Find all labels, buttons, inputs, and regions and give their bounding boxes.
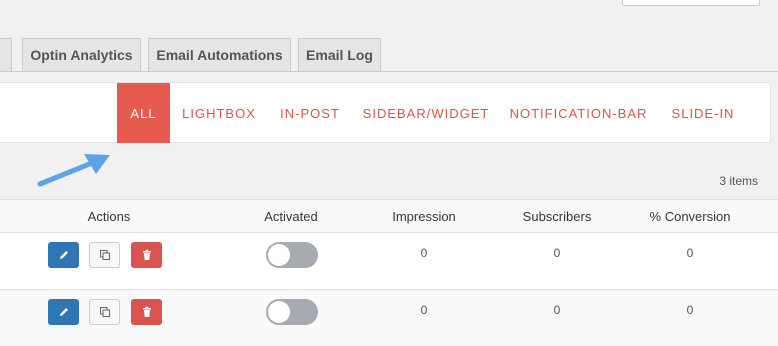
activated-toggle[interactable]: [266, 299, 318, 325]
edit-button[interactable]: [48, 242, 79, 268]
toggle-knob: [268, 301, 290, 323]
impression-value: 0: [420, 246, 428, 260]
tabs-divider: [0, 71, 778, 72]
pencil-icon: [59, 251, 68, 259]
filter-label: NOTIFICATION-BAR: [509, 105, 648, 121]
table-row: 0 0 0: [0, 289, 778, 346]
tab-label: Optin Analytics: [30, 47, 133, 63]
tab-partial[interactable]: k: [0, 38, 12, 71]
filter-label: SLIDE-IN: [671, 105, 735, 121]
items-count: 3 items: [719, 174, 758, 188]
toggle-knob: [268, 244, 290, 266]
filter-label: SIDEBAR/WIDGET: [362, 105, 490, 121]
column-header-conversion: % Conversion: [649, 209, 731, 224]
tab-label: Email Automations: [156, 47, 283, 63]
subscribers-value: 0: [553, 246, 561, 260]
trash-icon: [142, 249, 151, 260]
filter-lightbox[interactable]: LIGHTBOX: [174, 83, 264, 143]
arrow-pointer-icon: [37, 154, 110, 187]
activated-toggle[interactable]: [266, 242, 318, 268]
filter-in-post[interactable]: IN-POST: [271, 83, 349, 143]
pencil-icon: [59, 308, 68, 316]
conversion-value: 0: [686, 303, 694, 317]
table-header: Actions Activated Impression Subscribers…: [0, 199, 778, 233]
column-header-activated: Activated: [264, 209, 318, 224]
trash-icon: [142, 306, 151, 317]
copy-icon: [99, 307, 110, 317]
tab-email-log[interactable]: Email Log: [298, 38, 381, 71]
column-header-subscribers: Subscribers: [522, 209, 592, 224]
filter-label: IN-POST: [280, 105, 340, 121]
column-header-impression: Impression: [392, 209, 456, 224]
duplicate-button[interactable]: [89, 299, 120, 325]
column-header-actions: Actions: [87, 209, 131, 224]
subscribers-value: 0: [553, 303, 561, 317]
filter-slide-in[interactable]: SLIDE-IN: [663, 83, 743, 143]
tab-label: Email Log: [306, 47, 373, 63]
tab-email-automations[interactable]: Email Automations: [148, 38, 291, 71]
filter-sidebar-widget[interactable]: SIDEBAR/WIDGET: [358, 83, 494, 143]
filter-label: ALL: [130, 105, 157, 121]
delete-button[interactable]: [131, 299, 162, 325]
filter-notification-bar[interactable]: NOTIFICATION-BAR: [506, 83, 651, 143]
conversion-value: 0: [686, 246, 694, 260]
filter-label: LIGHTBOX: [182, 105, 256, 121]
optins-table: Actions Activated Impression Subscribers…: [0, 199, 778, 346]
duplicate-button[interactable]: [89, 242, 120, 268]
impression-value: 0: [420, 303, 428, 317]
optin-type-filter-bar: ALL LIGHTBOX IN-POST SIDEBAR/WIDGET NOTI…: [0, 82, 771, 143]
filter-all[interactable]: ALL: [117, 83, 170, 143]
edit-button[interactable]: [48, 299, 79, 325]
table-row: 0 0 0: [0, 233, 778, 289]
tab-optin-analytics[interactable]: Optin Analytics: [22, 38, 141, 71]
copy-icon: [99, 250, 110, 260]
delete-button[interactable]: [131, 242, 162, 268]
search-input[interactable]: [622, 0, 760, 6]
